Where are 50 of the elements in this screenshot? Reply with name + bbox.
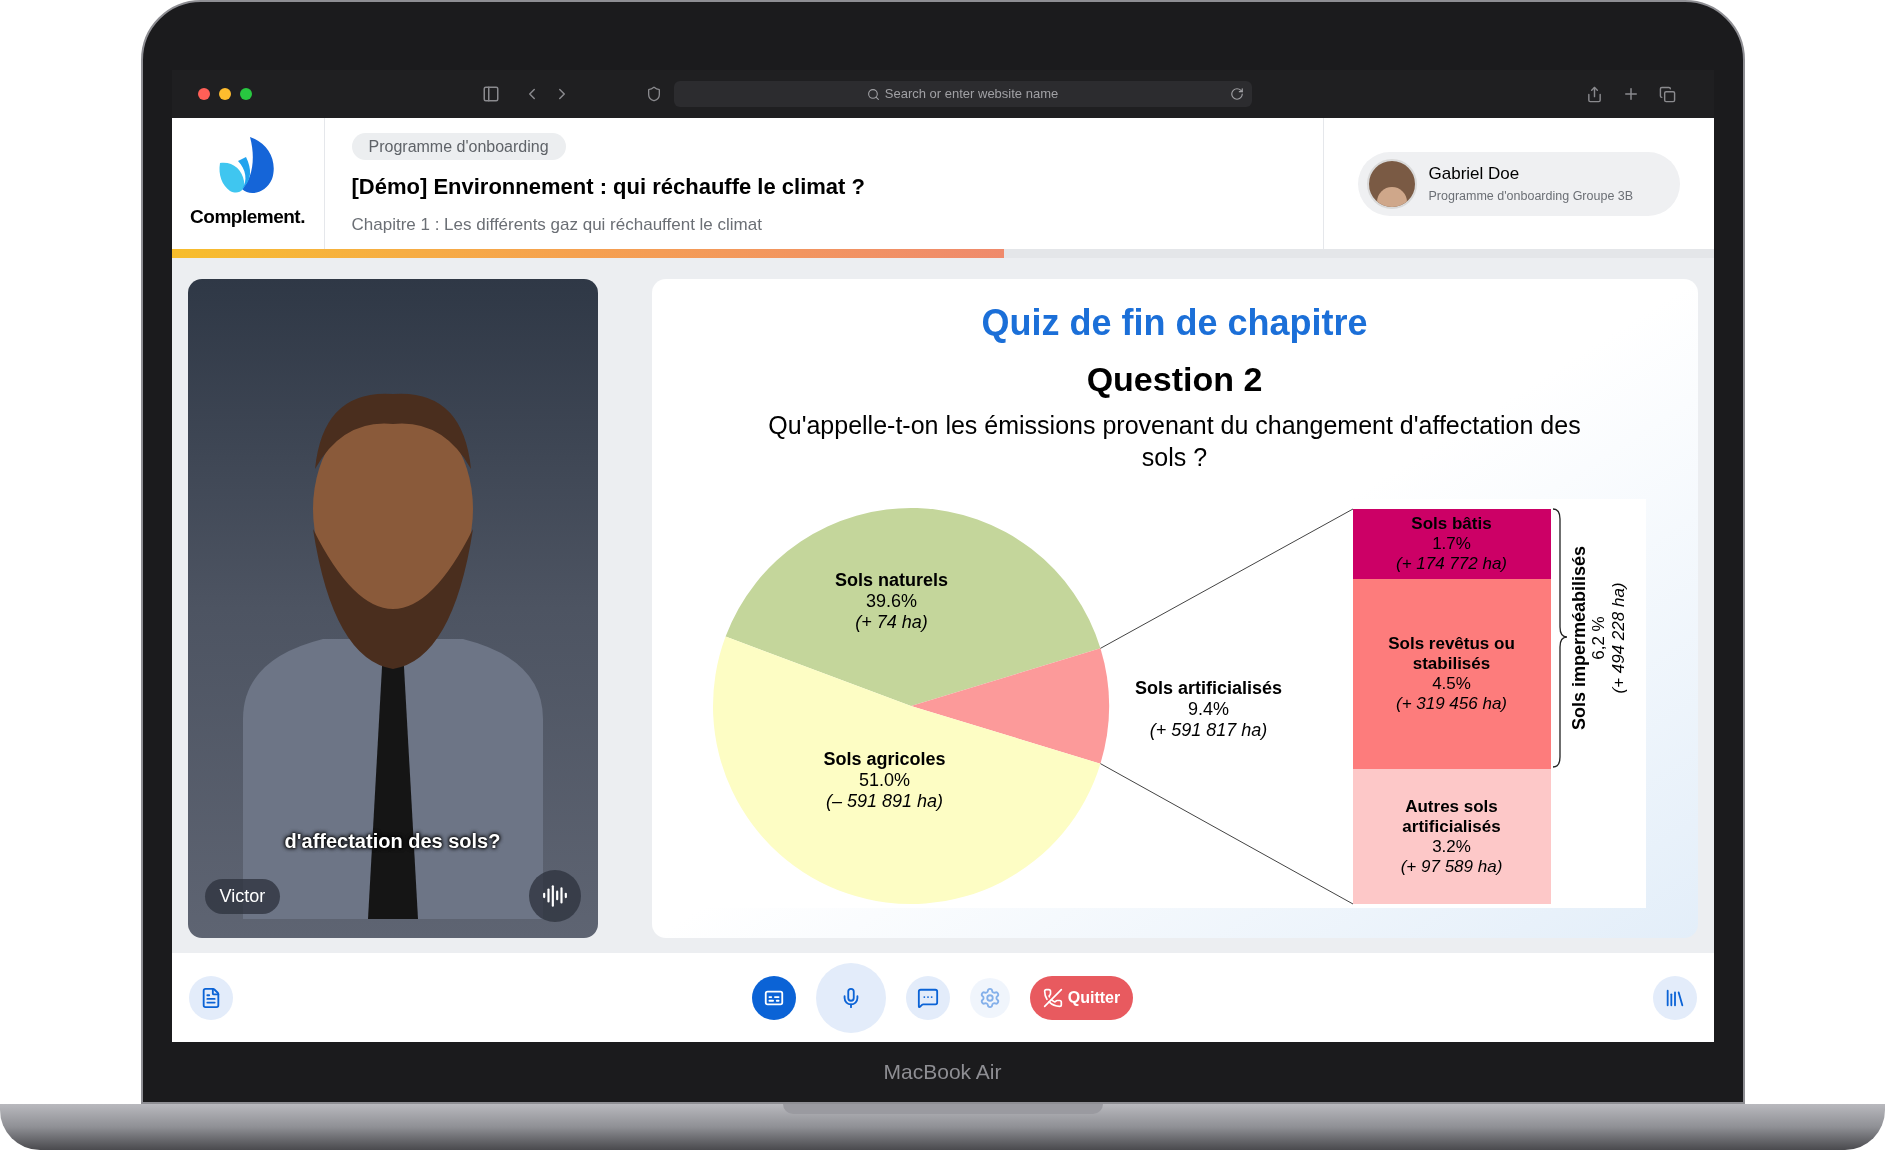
- bracket-title: Sols imperméabilisés: [1568, 545, 1589, 731]
- settings-icon: [978, 986, 1001, 1009]
- slice-percent: 51.0%: [858, 770, 910, 791]
- audio-wave-icon: [541, 883, 568, 909]
- user-group: Programme d'onboarding Groupe 3B: [1428, 186, 1634, 206]
- address-placeholder: Search or enter website name: [884, 85, 1059, 104]
- minimize-window-icon[interactable]: [218, 88, 231, 100]
- logo-text: Complement.: [190, 205, 305, 230]
- user-name: Gabriel Doe: [1428, 163, 1521, 186]
- slice-label: Sols agricoles: [823, 749, 946, 770]
- slice-area: (+ 74 ha): [855, 612, 928, 633]
- sidebar-icon[interactable]: [481, 85, 500, 103]
- segment-percent: 3.2%: [1432, 836, 1471, 857]
- address-field[interactable]: Search or enter website name: [673, 81, 1252, 107]
- speaker-name: Victor: [204, 878, 281, 914]
- question-text: Qu'appelle-t-on les émissions provenant du changement d'affectation des sols ?: [767, 410, 1582, 473]
- reload-icon[interactable]: [1229, 87, 1244, 101]
- segment-percent: 1.7%: [1432, 534, 1471, 554]
- slice-area: (+ 591 817 ha): [1149, 720, 1268, 741]
- user-profile[interactable]: Gabriel Doe Programme d'onboarding Groupe 3B: [1357, 151, 1680, 216]
- chapter-subtitle: Chapitre 1 : Les différents gaz qui réchauffent le climat: [351, 214, 762, 236]
- quit-button[interactable]: Quitter: [1029, 975, 1134, 1020]
- segment-area: (+ 319 456 ha): [1395, 694, 1508, 714]
- tabs-overview-icon[interactable]: [1658, 85, 1676, 103]
- question-number: Question 2: [1086, 359, 1263, 400]
- hang-up-icon: [1042, 987, 1063, 1008]
- segment-area: (+ 174 772 ha): [1395, 554, 1508, 574]
- slide-heading: Quiz de fin de chapitre: [981, 301, 1368, 345]
- segment-title: Sols revêtus ou stabilisés: [1387, 634, 1516, 674]
- slice-label: Sols artificialisés: [1134, 678, 1283, 699]
- chat-icon: [916, 986, 939, 1009]
- avatar-silhouette: [1366, 158, 1417, 209]
- slice-percent: 9.4%: [1188, 699, 1229, 720]
- close-window-icon[interactable]: [197, 88, 210, 100]
- device-label: MacBook Air: [883, 1059, 1002, 1086]
- segment-percent: 4.5%: [1432, 674, 1471, 694]
- bracket-value: 6,2 %: [1588, 616, 1608, 660]
- segment-title: Sols bâtis: [1411, 514, 1492, 534]
- bracket-area: (+ 494 228 ha): [1608, 582, 1628, 694]
- course-title: [Démo] Environnement : qui réchauffe le climat ?: [351, 173, 865, 201]
- segment-area: (+ 97 589 ha): [1400, 856, 1503, 877]
- search-icon: [866, 87, 880, 101]
- slice-area: (– 591 891 ha): [825, 791, 944, 812]
- slice-label: Sols naturels: [835, 570, 948, 591]
- share-icon[interactable]: [1585, 85, 1603, 103]
- slice-percent: 39.6%: [866, 591, 917, 612]
- maximize-window-icon[interactable]: [239, 88, 252, 100]
- segment-title: Autres sols artificialisés: [1401, 796, 1502, 837]
- program-badge: Programme d'onboarding: [351, 133, 566, 160]
- shield-icon[interactable]: [645, 86, 662, 102]
